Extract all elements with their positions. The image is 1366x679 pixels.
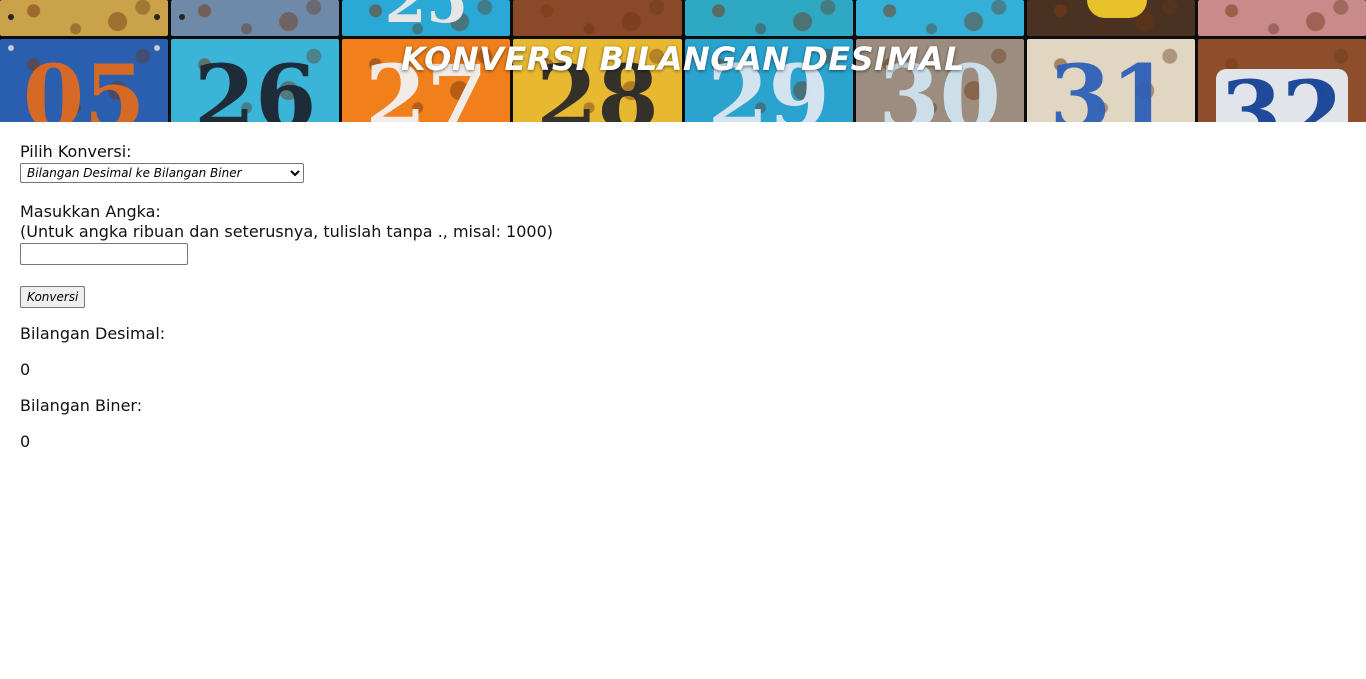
plate-top-5 bbox=[684, 0, 853, 36]
plate-top-6 bbox=[855, 0, 1024, 36]
header-banner: 25 05 26 27 28 29 30 31 32 KONVERSI BILA… bbox=[0, 0, 1366, 122]
page-title: KONVERSI BILANGAN DESIMAL bbox=[400, 40, 966, 78]
plate-top-number: 25 bbox=[384, 0, 469, 36]
plate-top-1 bbox=[0, 0, 169, 36]
decimal-label: Bilangan Desimal: bbox=[20, 323, 166, 343]
plate-top-3: 25 bbox=[342, 0, 511, 36]
input-hint: (Untuk angka ribuan dan seterusnya, tuli… bbox=[20, 222, 554, 241]
select-label: Pilih Konversi: bbox=[20, 142, 132, 161]
decimal-value: 0 bbox=[20, 359, 31, 379]
binary-value: 0 bbox=[20, 431, 31, 451]
plate-top-2 bbox=[171, 0, 340, 36]
plate-top-8 bbox=[1197, 0, 1366, 36]
number-input[interactable] bbox=[20, 242, 188, 265]
input-label: Masukkan Angka: bbox=[20, 202, 161, 221]
conversion-select[interactable]: Bilangan Desimal ke Bilangan Biner bbox=[20, 163, 304, 183]
binary-label: Bilangan Biner: bbox=[20, 395, 143, 415]
plate-top-7 bbox=[1026, 0, 1195, 36]
convert-button[interactable]: Konversi bbox=[20, 285, 86, 308]
plate-top-4 bbox=[513, 0, 682, 36]
converter-form: Pilih Konversi: Bilangan Desimal ke Bila… bbox=[0, 122, 1366, 452]
